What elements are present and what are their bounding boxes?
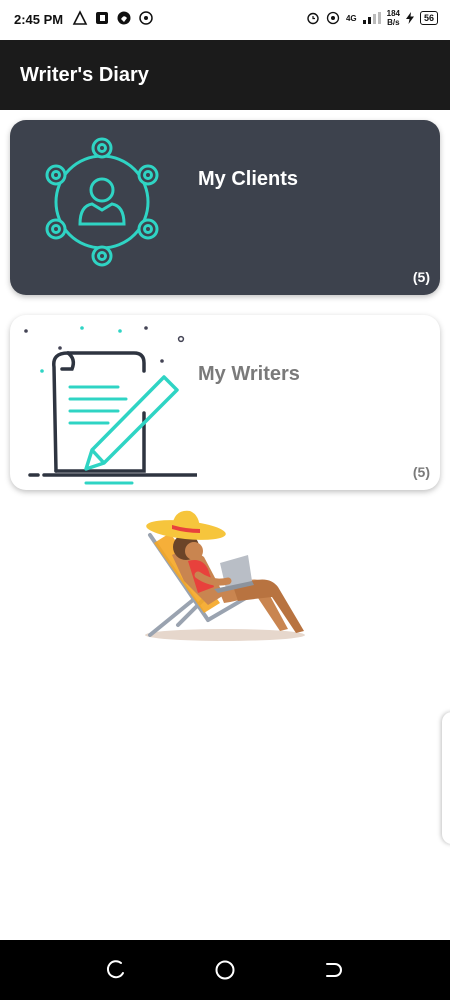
my-writers-count: (5) — [412, 464, 430, 480]
recents-icon[interactable] — [105, 959, 127, 981]
warning-icon — [72, 10, 88, 25]
signal-icon — [362, 12, 381, 24]
app-title: Writer's Diary — [20, 64, 149, 86]
navigation-bar — [0, 940, 450, 1000]
app-bar: Writer's Diary — [0, 40, 450, 110]
status-time: 2:45 PM — [14, 12, 64, 27]
my-clients-title: My Clients — [198, 168, 299, 190]
back-icon[interactable] — [322, 959, 344, 981]
charging-icon — [405, 12, 414, 24]
document-pen-icon — [24, 326, 197, 485]
hotspot-icon — [139, 11, 153, 25]
wifi-calling-icon — [326, 11, 340, 25]
clients-network-icon — [45, 137, 159, 267]
status-bar: 2:45 PM 4G 184 B/s 56 — [0, 0, 450, 40]
bird-app-icon — [117, 11, 131, 25]
woman-beach-chair-laptop-illustration — [145, 510, 305, 641]
network-type: 4G — [345, 13, 357, 23]
notification-icons — [72, 10, 154, 26]
alarm-icon — [307, 12, 319, 25]
my-writers-card[interactable]: My Writers (5) — [10, 315, 440, 490]
my-writers-title: My Writers — [198, 363, 300, 385]
battery-level: 56 — [419, 11, 438, 25]
my-clients-count: (5) — [412, 269, 430, 285]
my-clients-card[interactable]: My Clients (5) — [10, 120, 440, 295]
network-speed: 184 B/s — [386, 9, 400, 27]
app-notification-icon — [96, 12, 108, 24]
status-right-icons: 4G 184 B/s 56 — [306, 9, 438, 27]
home-icon[interactable] — [214, 959, 236, 981]
side-panel-handle[interactable] — [442, 712, 450, 844]
